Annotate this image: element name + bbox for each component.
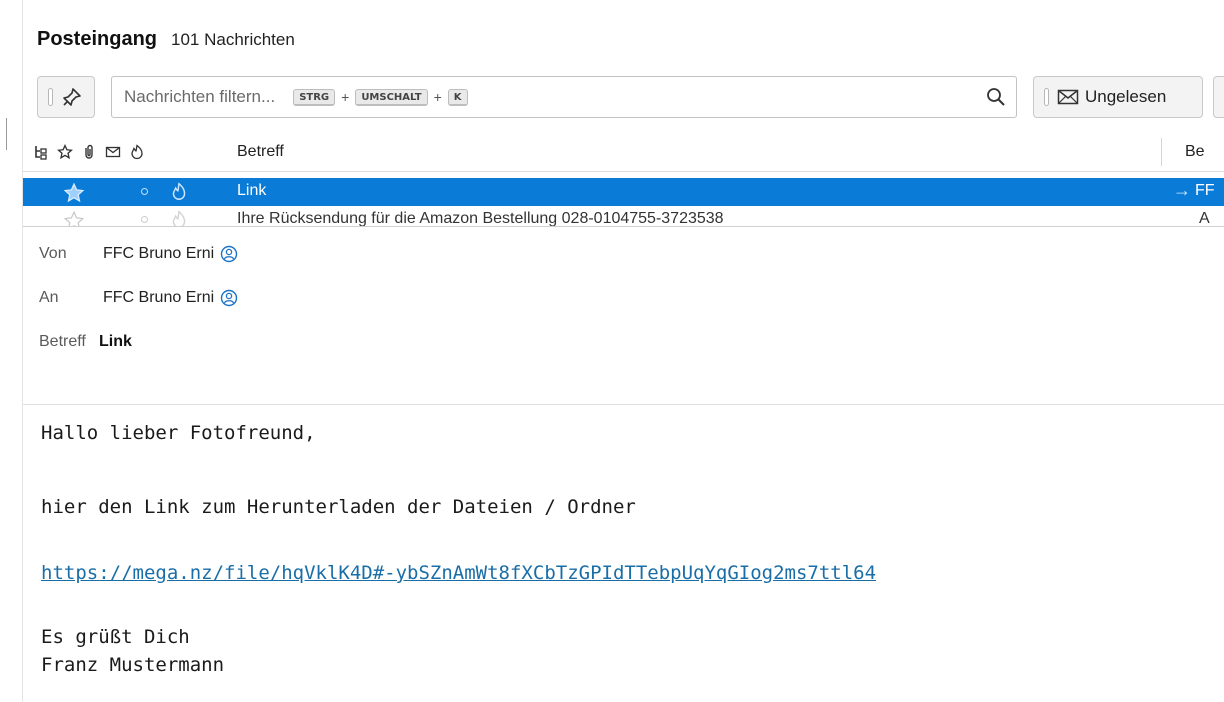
star-icon[interactable] — [63, 182, 85, 204]
unread-filter-label: Ungelesen — [1085, 87, 1167, 106]
message-sender: A — [1199, 210, 1210, 226]
filter-placeholder: Nachrichten filtern... — [124, 87, 276, 106]
folder-header: Posteingang 101 Nachrichten — [37, 28, 295, 58]
grip-icon — [1044, 88, 1049, 106]
shortcut-key-shift: UMSCHALT — [355, 88, 428, 106]
to-label: An — [39, 289, 59, 306]
body-signature: Franz Mustermann — [41, 654, 225, 676]
column-header: Betreff Be — [23, 132, 1224, 172]
subject-value: Link — [99, 333, 132, 350]
read-status-icon[interactable] — [105, 144, 121, 160]
to-value[interactable]: FFC Bruno Erni — [103, 289, 214, 307]
subject-column-header[interactable]: Betreff — [237, 143, 284, 161]
starred-filter-button[interactable] — [1213, 76, 1224, 118]
sticky-filter-button[interactable] — [37, 76, 95, 118]
thread-icon[interactable] — [33, 144, 49, 160]
attachment-icon[interactable] — [81, 144, 97, 160]
from-label: Von — [39, 245, 67, 262]
message-subject: Link — [237, 182, 267, 199]
envelope-icon — [1057, 89, 1079, 105]
unread-filter-button[interactable]: Ungelesen — [1033, 76, 1203, 118]
read-status-dot[interactable] — [141, 188, 148, 195]
message-subject: Ihre Rücksendung für die Amazon Bestellu… — [237, 210, 724, 226]
from-value[interactable]: FFC Bruno Erni — [103, 245, 214, 263]
body-greeting: Hallo lieber Fotofreund, — [41, 422, 316, 444]
shortcut-plus: + — [341, 89, 350, 105]
contact-icon[interactable] — [220, 245, 238, 263]
arrow-right-icon: → — [1173, 180, 1191, 200]
quick-filter-bar: Nachrichten filtern... STRG + UMSCHALT +… — [37, 76, 1224, 120]
star-column-icon[interactable] — [57, 144, 73, 160]
message-count: 101 Nachrichten — [171, 30, 295, 49]
from-row: Von FFC Bruno Erni — [39, 245, 238, 263]
shortcut-key-ctrl: STRG — [293, 88, 336, 106]
to-row: An FFC Bruno Erni — [39, 289, 238, 307]
message-row-selected[interactable]: Link → FF — [23, 178, 1224, 206]
sender-column-header[interactable]: Be — [1185, 143, 1205, 161]
contact-icon[interactable] — [220, 289, 238, 307]
body-text: hier den Link zum Herunterladen der Date… — [41, 496, 636, 518]
grip-icon — [48, 88, 53, 106]
download-link[interactable]: https://mega.nz/file/hqVklK4D#-ybSZnAmWt… — [41, 562, 876, 584]
message-header: Von FFC Bruno Erni An FFC Bruno Erni Bet… — [23, 227, 1224, 405]
folder-name: Posteingang — [37, 28, 158, 50]
shortcut-plus: + — [433, 89, 442, 105]
message-sender: FF — [1195, 182, 1215, 199]
read-status-dot[interactable] — [141, 216, 148, 223]
filter-search-input[interactable]: Nachrichten filtern... STRG + UMSCHALT +… — [111, 76, 1017, 118]
search-icon[interactable] — [986, 87, 1006, 107]
column-divider[interactable] — [1161, 138, 1162, 166]
junk-icon[interactable] — [170, 182, 188, 202]
pin-icon — [63, 88, 81, 106]
junk-icon[interactable] — [129, 144, 145, 160]
body-closing: Es grüßt Dich — [41, 626, 190, 648]
message-row[interactable]: Ihre Rücksendung für die Amazon Bestellu… — [23, 206, 1224, 226]
junk-icon[interactable] — [170, 210, 188, 226]
shortcut-key-k: K — [447, 88, 468, 106]
subject-row: Betreff Link — [39, 333, 132, 351]
message-pane: Posteingang 101 Nachrichten Nachrichten … — [22, 0, 1224, 702]
subject-label: Betreff — [39, 333, 86, 350]
pane-resize-handle[interactable] — [6, 118, 7, 150]
star-icon[interactable] — [63, 210, 85, 226]
